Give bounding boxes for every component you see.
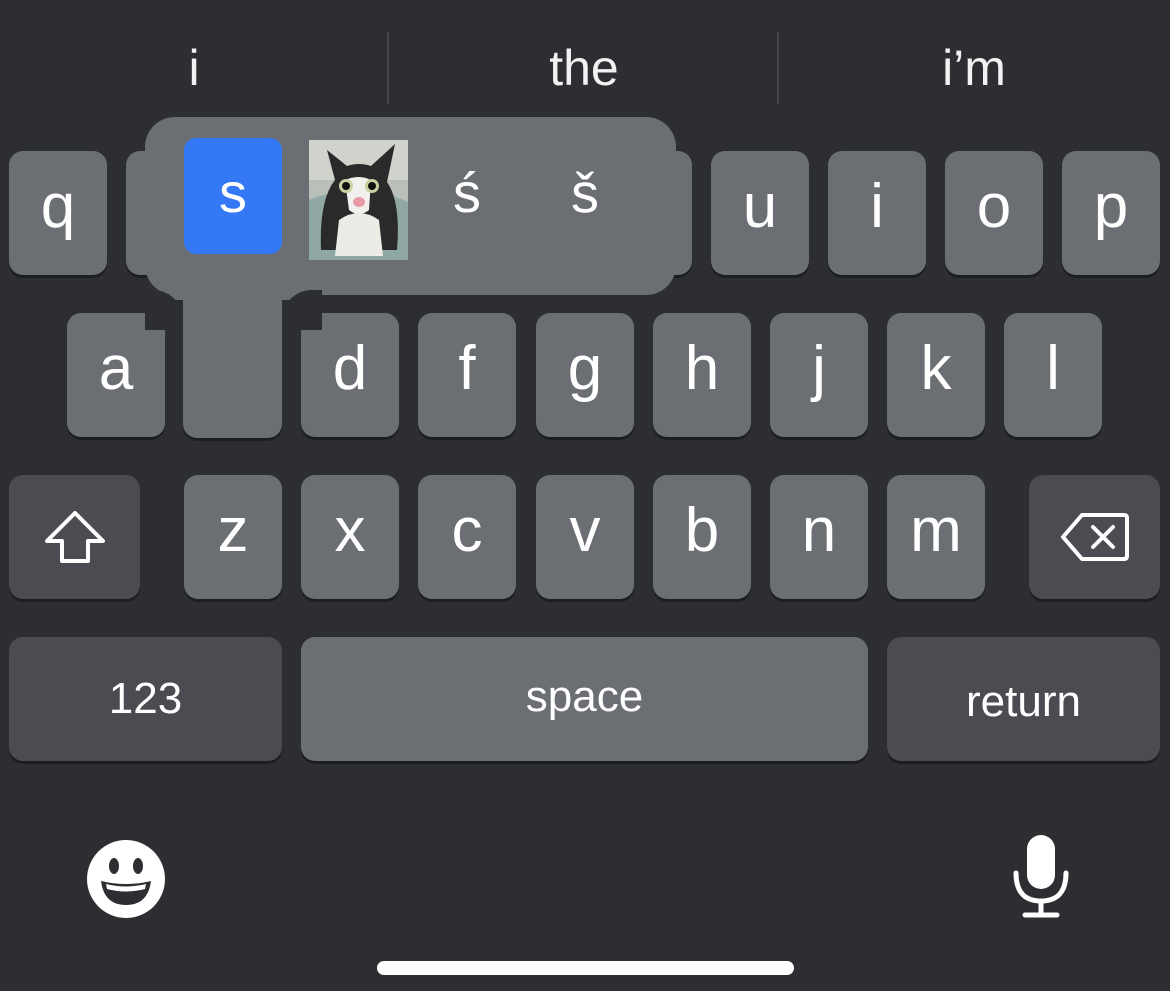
key-label: c <box>451 496 483 565</box>
option-label: š <box>571 160 599 224</box>
prediction-3[interactable]: i’m <box>780 28 1168 108</box>
shift-key[interactable] <box>9 475 140 599</box>
key-z[interactable]: z <box>184 475 282 599</box>
key-o[interactable]: o <box>945 151 1043 275</box>
key-label: space <box>525 672 644 721</box>
key-i[interactable]: i <box>828 151 926 275</box>
shift-arrow-icon <box>44 511 105 563</box>
cat-sticker-image[interactable] <box>309 140 408 260</box>
key-x[interactable]: x <box>301 475 399 599</box>
key-label: x <box>334 496 366 565</box>
smiley-emoji-icon <box>87 840 165 918</box>
key-h[interactable]: h <box>653 313 751 437</box>
popup-option-s[interactable]: s <box>184 138 282 254</box>
key-label: b <box>684 496 720 565</box>
key-label: z <box>217 496 249 565</box>
delete-backspace-icon <box>1060 513 1129 561</box>
prediction-divider <box>777 32 779 104</box>
key-j[interactable]: j <box>770 313 868 437</box>
prediction-1[interactable]: i <box>0 28 388 108</box>
key-label: d <box>332 334 368 403</box>
key-label: f <box>458 334 476 403</box>
key-k[interactable]: k <box>887 313 985 437</box>
key-label: 123 <box>108 674 183 723</box>
key-label: u <box>742 172 778 241</box>
key-p[interactable]: p <box>1062 151 1160 275</box>
key-l[interactable]: l <box>1004 313 1102 437</box>
key-label: a <box>98 334 134 403</box>
key-label: return <box>966 677 1081 726</box>
popup-joint <box>170 280 300 300</box>
prediction-divider <box>387 32 389 104</box>
key-m[interactable]: m <box>887 475 985 599</box>
key-c[interactable]: c <box>418 475 516 599</box>
key-v[interactable]: v <box>536 475 634 599</box>
key-label: v <box>569 496 601 565</box>
numbers-key[interactable]: 123 <box>9 637 282 761</box>
key-q[interactable]: q <box>9 151 107 275</box>
option-label: s <box>219 160 247 224</box>
key-u[interactable]: u <box>711 151 809 275</box>
prediction-2[interactable]: the <box>390 28 778 108</box>
delete-key[interactable] <box>1029 475 1160 599</box>
key-label: m <box>910 496 962 565</box>
key-label: q <box>40 172 76 241</box>
return-key[interactable]: return <box>887 637 1160 761</box>
popup-option-s-acute[interactable]: ś <box>418 138 516 254</box>
key-label: h <box>684 334 720 403</box>
microphone-icon <box>1013 835 1069 918</box>
key-d[interactable]: d <box>301 313 399 437</box>
key-label: g <box>567 334 603 403</box>
key-b[interactable]: b <box>653 475 751 599</box>
key-f[interactable]: f <box>418 313 516 437</box>
key-label: k <box>920 334 952 403</box>
home-indicator <box>377 961 794 975</box>
key-label: l <box>1046 334 1060 403</box>
key-n[interactable]: n <box>770 475 868 599</box>
option-label: ś <box>453 160 481 224</box>
key-label: j <box>812 334 826 403</box>
key-label: n <box>801 496 837 565</box>
key-label: p <box>1093 172 1129 241</box>
key-a[interactable]: a <box>67 313 165 437</box>
key-label: i <box>870 172 884 241</box>
key-label: o <box>976 172 1012 241</box>
emoji-button[interactable] <box>86 839 166 919</box>
space-key[interactable]: space <box>301 637 868 761</box>
key-g[interactable]: g <box>536 313 634 437</box>
dictation-button[interactable] <box>1011 833 1071 919</box>
popup-option-s-caron[interactable]: š <box>536 138 634 254</box>
